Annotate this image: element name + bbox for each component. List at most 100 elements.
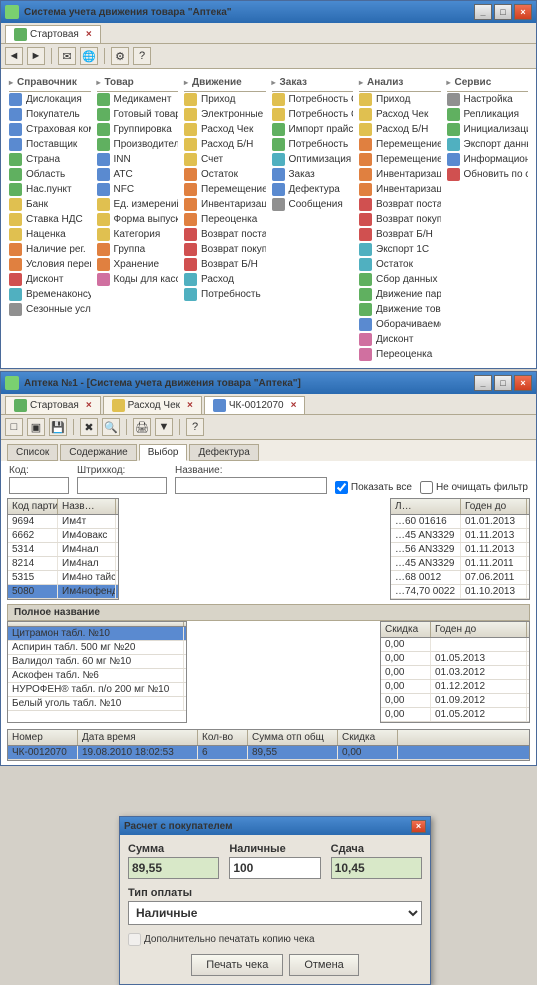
menu-item[interactable]: ATC: [97, 167, 179, 182]
tb2-new[interactable]: □: [5, 418, 23, 436]
menu-item[interactable]: Временаконсультаны: [9, 287, 91, 302]
mail-button[interactable]: ✉: [58, 47, 76, 65]
menu-item[interactable]: Экспорт данных: [447, 137, 529, 152]
table-row[interactable]: НУРОФЕН® табл. п/о 200 мг №10: [8, 683, 186, 697]
paytype-select[interactable]: Наличные: [128, 901, 422, 925]
menu-item[interactable]: Сбор данных: [359, 272, 441, 287]
subtab[interactable]: Дефектура: [189, 444, 258, 461]
menu-item[interactable]: Расход: [184, 272, 266, 287]
menu-item[interactable]: Движение товара: [359, 302, 441, 317]
subtab[interactable]: Содержание: [60, 444, 136, 461]
minimize-button-2[interactable]: _: [474, 375, 492, 391]
menu-item[interactable]: Возврат покупателя: [359, 212, 441, 227]
menu-item[interactable]: Готовый товар: [97, 107, 179, 122]
tab[interactable]: Расход Чек×: [103, 396, 202, 414]
column-header[interactable]: Л…: [391, 499, 461, 514]
menu-item[interactable]: Дефектура: [272, 182, 354, 197]
menu-item[interactable]: Переоценка: [359, 347, 441, 362]
maximize-button-2[interactable]: □: [494, 375, 512, 391]
table-row[interactable]: 0,0001.05.2012: [381, 708, 529, 722]
nav-fwd-button[interactable]: ►: [27, 47, 45, 65]
menu-item[interactable]: Хранение: [97, 257, 179, 272]
menu-item[interactable]: Инициализация: [447, 122, 529, 137]
menu-item[interactable]: Дисконт: [359, 332, 441, 347]
table-row[interactable]: Аскофен табл. №6: [8, 669, 186, 683]
column-header[interactable]: Назв…: [58, 499, 116, 514]
table-row[interactable]: 9694Им4т: [8, 515, 118, 529]
menu-item[interactable]: Ед. измерений: [97, 197, 179, 212]
table-row[interactable]: ЧК-001207019.08.2010 18:02:53689,550,00: [8, 746, 529, 760]
cfg-button[interactable]: ⚙: [111, 47, 129, 65]
nav-back-button[interactable]: ◄: [5, 47, 23, 65]
parts-grid-right[interactable]: Л…Годен до…60 0161601.01.2013…45 AN33290…: [390, 498, 530, 600]
menu-item[interactable]: Дислокация: [9, 92, 91, 107]
parts-grid-left[interactable]: Код партииНазв…9694Им4т6662Им4овакс5314И…: [7, 498, 119, 600]
menu-item[interactable]: Приход: [359, 92, 441, 107]
menu-item[interactable]: Категория: [97, 227, 179, 242]
menu-item[interactable]: Электронные наклад…: [184, 107, 266, 122]
table-row[interactable]: 8214Им4нал: [8, 557, 118, 571]
menu-item[interactable]: INN: [97, 152, 179, 167]
code-input[interactable]: [9, 477, 69, 494]
table-row[interactable]: 5080Им4нофенд: [8, 585, 118, 599]
table-row[interactable]: Аспирин табл. 500 мг №20: [8, 641, 186, 655]
table-row[interactable]: 0,00: [381, 638, 529, 652]
subtab[interactable]: Список: [7, 444, 58, 461]
menu-item[interactable]: Инвентаризация (-): [359, 182, 441, 197]
close-button[interactable]: ×: [514, 4, 532, 20]
menu-item[interactable]: Нас.пункт: [9, 182, 91, 197]
tab[interactable]: Стартовая×: [5, 396, 101, 414]
tab-close-icon[interactable]: ×: [86, 29, 92, 40]
minimize-button[interactable]: _: [474, 4, 492, 20]
menu-item[interactable]: Настройка: [447, 92, 529, 107]
column-header[interactable]: Скидка: [338, 730, 398, 745]
column-header[interactable]: Годен до: [431, 622, 527, 637]
tab-close-icon[interactable]: ×: [86, 400, 92, 411]
showall-check[interactable]: Показать все: [335, 481, 412, 494]
menu-item[interactable]: Группировка: [97, 122, 179, 137]
menu-item[interactable]: Потребность Свод.: [272, 92, 354, 107]
menu-item[interactable]: Перемещение: [184, 182, 266, 197]
menu-item[interactable]: Возврат Б/Н: [359, 227, 441, 242]
menu-item[interactable]: Производитель: [97, 137, 179, 152]
menu-item[interactable]: Потребность Свод. *: [272, 107, 354, 122]
menu-item[interactable]: Группа: [97, 242, 179, 257]
tb2-find[interactable]: 🔍: [102, 418, 120, 436]
column-header[interactable]: Код партии: [8, 499, 58, 514]
table-row[interactable]: Цитрамон табл. №10: [8, 627, 186, 641]
tb2-del[interactable]: ✖: [80, 418, 98, 436]
menu-item[interactable]: Условия перемещения: [9, 257, 91, 272]
menu-item[interactable]: Переоценка: [184, 212, 266, 227]
menu-item[interactable]: Инвентаризация (+): [359, 167, 441, 182]
column-header[interactable]: Дата время: [78, 730, 198, 745]
close-button-2[interactable]: ×: [514, 375, 532, 391]
dialog-close-button[interactable]: ×: [411, 820, 426, 833]
menu-item[interactable]: Остаток: [359, 257, 441, 272]
tab-close-icon[interactable]: ×: [187, 400, 193, 411]
menu-item[interactable]: Потребность: [272, 137, 354, 152]
tb2-open[interactable]: ▣: [27, 418, 45, 436]
menu-item[interactable]: Оптимизация: [272, 152, 354, 167]
tb2-save[interactable]: 💾: [49, 418, 67, 436]
menu-item[interactable]: Медикамент: [97, 92, 179, 107]
menu-item[interactable]: Возврат покупателю: [184, 242, 266, 257]
noclear-checkbox[interactable]: [420, 481, 433, 494]
menu-item[interactable]: Возврат Б/Н: [184, 257, 266, 272]
menu-item[interactable]: Возврат поставщику: [359, 197, 441, 212]
menu-item[interactable]: Ставка НДС: [9, 212, 91, 227]
subtab[interactable]: Выбор: [139, 444, 188, 461]
tb2-help[interactable]: ?: [186, 418, 204, 436]
menu-item[interactable]: Расход Б/Н: [359, 122, 441, 137]
menu-item[interactable]: Заказ: [272, 167, 354, 182]
menu-item[interactable]: Экспорт 1С: [359, 242, 441, 257]
menu-item[interactable]: Импорт прайса: [272, 122, 354, 137]
table-row[interactable]: …68 001207.06.2011: [391, 571, 529, 585]
web-button[interactable]: 🌐: [80, 47, 98, 65]
menu-item[interactable]: Сообщения: [272, 197, 354, 212]
barcode-input[interactable]: [77, 477, 167, 494]
menu-item[interactable]: Коды для кассовых ап…: [97, 272, 179, 287]
showall-checkbox[interactable]: [335, 481, 348, 494]
maximize-button[interactable]: □: [494, 4, 512, 20]
table-row[interactable]: Валидол табл. 60 мг №10: [8, 655, 186, 669]
menu-item[interactable]: Остаток: [184, 167, 266, 182]
